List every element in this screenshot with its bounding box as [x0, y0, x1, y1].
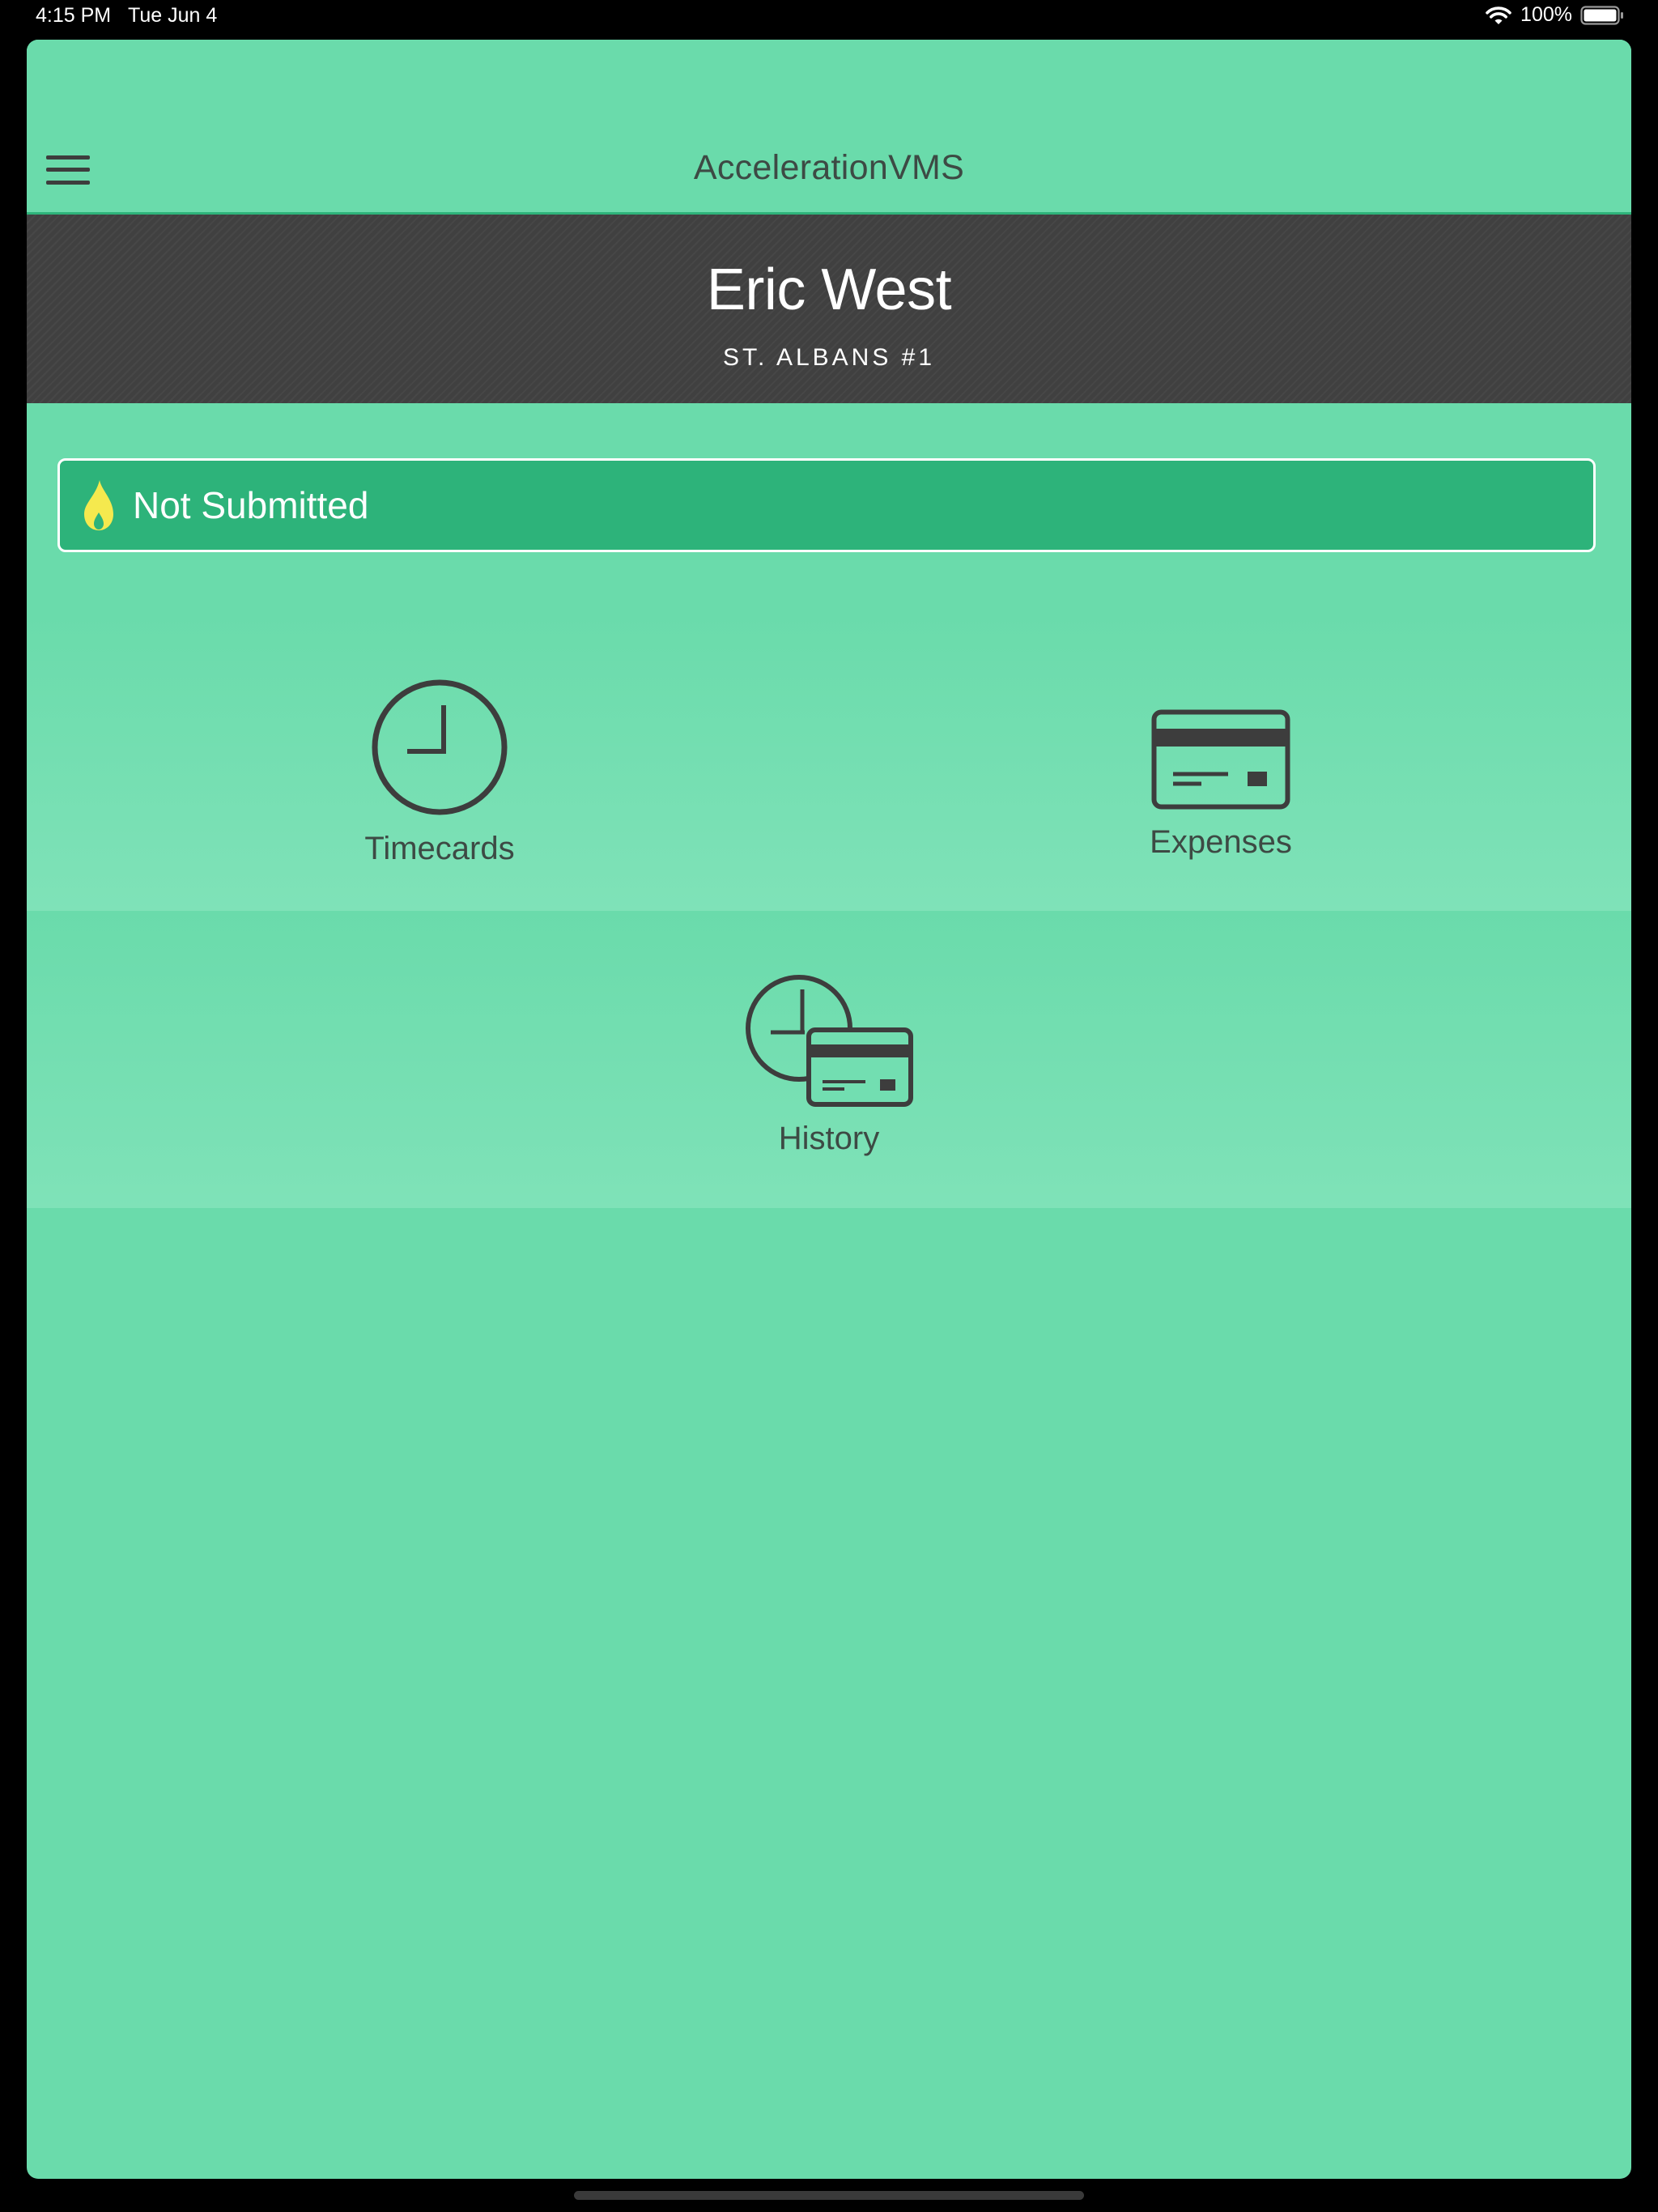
expenses-label: Expenses — [1150, 824, 1292, 860]
status-bar: 4:15 PM Tue Jun 4 100% — [0, 0, 1658, 32]
status-indicators: 100% — [1485, 3, 1624, 27]
timecards-tile[interactable]: Timecards — [334, 678, 545, 867]
history-tile[interactable]: History — [724, 973, 934, 1157]
status-date: Tue Jun 4 — [128, 4, 218, 27]
user-name: Eric West — [706, 257, 952, 322]
submission-status-banner[interactable]: Not Submitted — [57, 458, 1596, 552]
history-label: History — [778, 1121, 880, 1156]
tile-row: Timecards Expenses — [27, 614, 1631, 911]
timecards-label: Timecards — [364, 831, 515, 866]
nav-bar: AccelerationVMS — [27, 40, 1631, 215]
clock-card-icon — [746, 975, 913, 1107]
submission-status-text: Not Submitted — [133, 484, 369, 526]
app-title: AccelerationVMS — [693, 148, 965, 187]
credit-card-icon — [1151, 709, 1290, 810]
tile-row: History — [27, 911, 1631, 1208]
battery-icon — [1580, 5, 1624, 25]
flame-icon — [84, 480, 113, 530]
wifi-icon — [1485, 5, 1512, 26]
clock-icon — [372, 679, 508, 815]
user-banner: Eric West ST. ALBANS #1 — [27, 215, 1631, 403]
user-location: ST. ALBANS #1 — [722, 344, 936, 371]
expenses-tile[interactable]: Expenses — [1116, 709, 1326, 861]
battery-percentage: 100% — [1520, 3, 1572, 26]
home-indicator[interactable] — [574, 2191, 1084, 2200]
status-time: 4:15 PM — [36, 4, 112, 27]
app-window: AccelerationVMS Eric West ST. ALBANS #1 … — [27, 40, 1631, 2179]
